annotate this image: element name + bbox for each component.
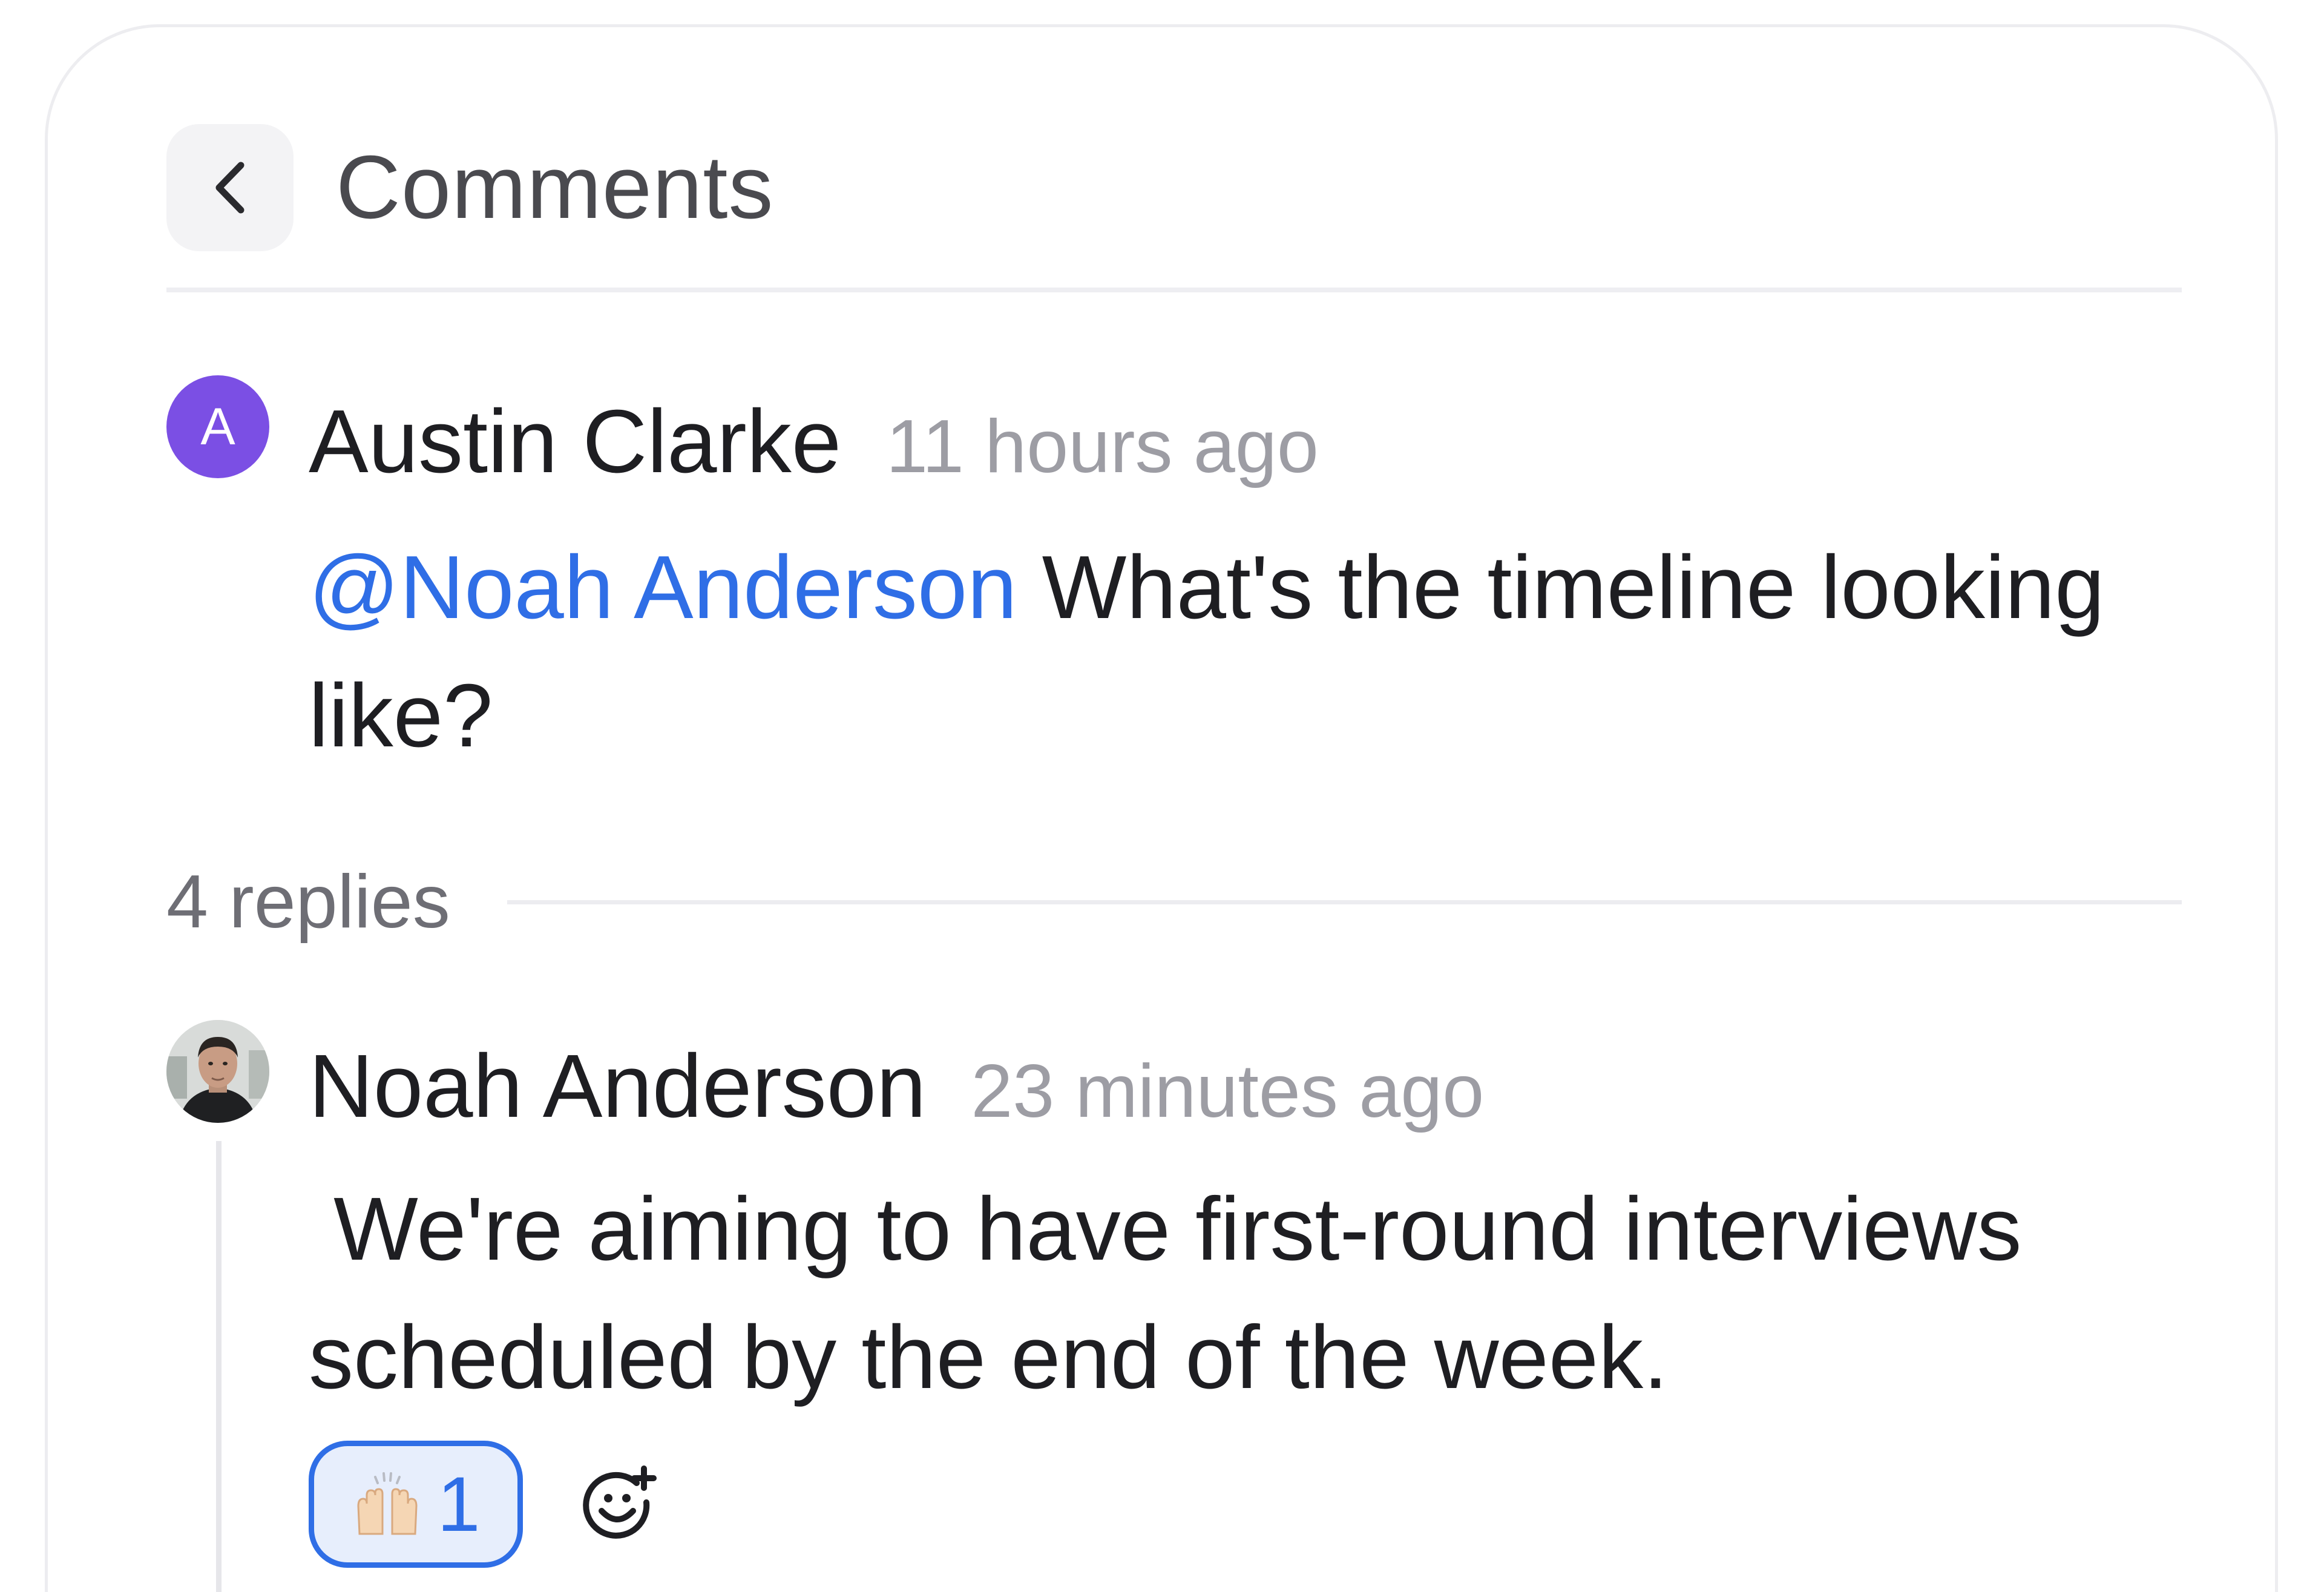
comment-author[interactable]: Austin Clarke	[309, 390, 841, 493]
add-emoji-button[interactable]	[581, 1465, 660, 1544]
reaction-chip[interactable]: 1	[309, 1441, 523, 1568]
replies-divider: 4 replies	[166, 854, 2182, 950]
comments-panel: Comments A Austin Clarke 11 hours ago @N…	[45, 24, 2278, 1592]
reply-body: We're aiming to have first-round intervi…	[309, 1179, 2047, 1407]
header-divider	[166, 288, 2182, 292]
comment-timestamp: 11 hours ago	[886, 405, 1319, 488]
comment-body: @Noah Anderson What's the timeline looki…	[309, 524, 2124, 780]
replies-divider-line	[507, 900, 2182, 904]
page-title: Comments	[336, 137, 774, 237]
thread-line	[216, 1141, 222, 1592]
reply-header: Noah Anderson 23 minutes ago	[309, 1035, 1484, 1138]
raising-hands-emoji-icon	[351, 1471, 424, 1538]
panel-header: Comments	[166, 124, 2182, 251]
reaction-count: 1	[437, 1461, 481, 1548]
user-photo-avatar-image	[166, 1020, 269, 1123]
reaction-bar: 1	[309, 1441, 660, 1568]
avatar[interactable]: A	[166, 375, 269, 478]
replies-count[interactable]: 4 replies	[166, 859, 450, 945]
avatar-initial: A	[200, 397, 235, 456]
add-emoji-icon	[583, 1465, 657, 1539]
back-button[interactable]	[166, 124, 294, 251]
comment-header: Austin Clarke 11 hours ago	[309, 390, 1319, 493]
comments-panel-content: Comments A Austin Clarke 11 hours ago @N…	[166, 27, 2182, 1592]
reply-timestamp: 23 minutes ago	[971, 1050, 1485, 1133]
user-mention[interactable]: @Noah Anderson	[309, 538, 1017, 637]
user-photo-avatar[interactable]	[166, 1020, 269, 1123]
reply-author[interactable]: Noah Anderson	[309, 1035, 926, 1138]
chevron-left-icon	[215, 162, 245, 214]
